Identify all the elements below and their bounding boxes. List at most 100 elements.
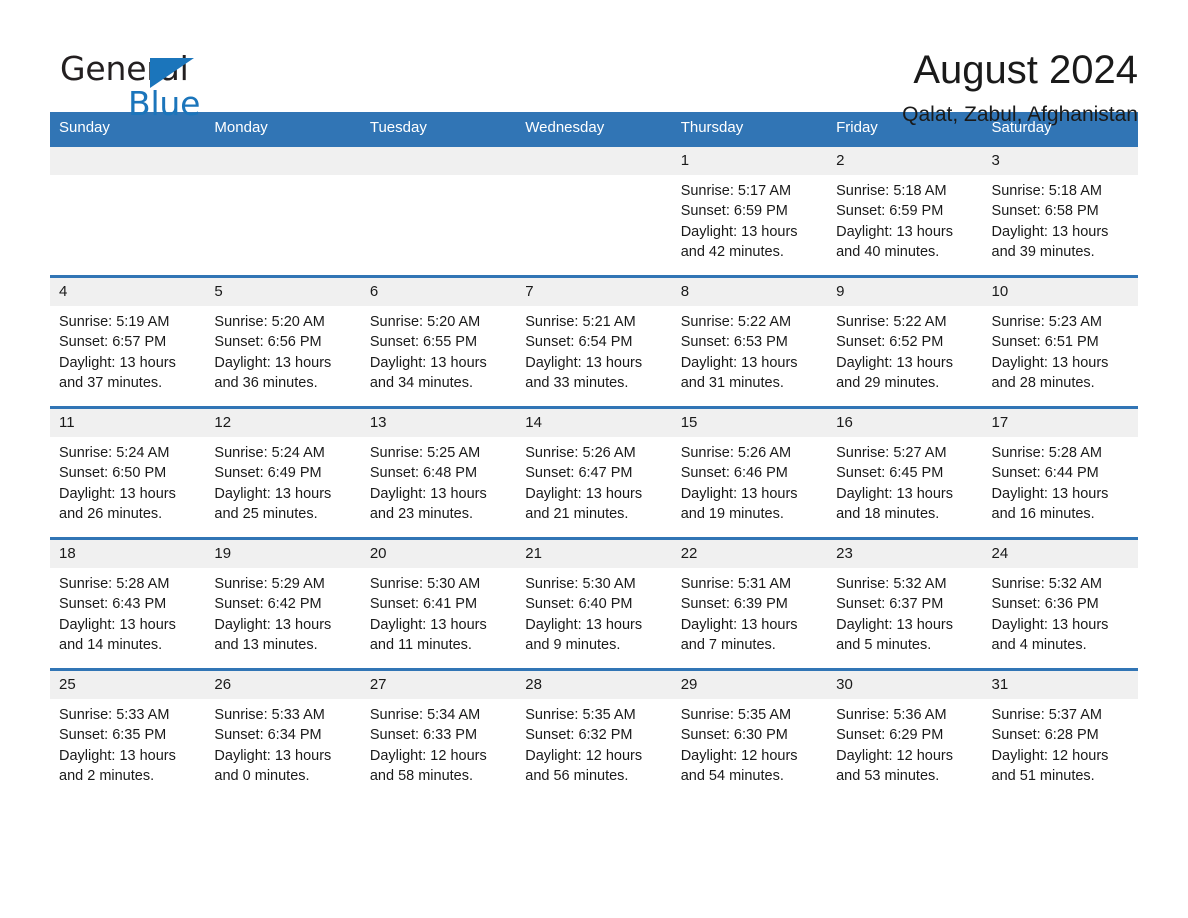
day-number: 16 <box>827 409 983 437</box>
daylight-text-line1: Daylight: 13 hours <box>525 616 643 633</box>
calendar-day-cell[interactable]: 11 Sunrise: 5:24 AM Sunset: 6:50 PM Dayligh… <box>50 406 206 539</box>
calendar-day-cell[interactable]: 13 Sunrise: 5:25 AM Sunset: 6:48 PM Dayligh… <box>360 406 517 539</box>
calendar-day-cell[interactable]: 2 Sunrise: 5:18 AM Sunset: 6:59 PM Daylight… <box>827 144 983 277</box>
calendar-day-cell[interactable]: 5 Sunrise: 5:20 AM Sunset: 6:56 PM Daylight… <box>205 275 361 408</box>
daylight-text-line1: Daylight: 13 hours <box>991 223 1109 240</box>
calendar-day-cell-empty <box>360 144 517 277</box>
calendar-day-cell[interactable]: 16 Sunrise: 5:27 AM Sunset: 6:45 PM Dayligh… <box>827 406 983 539</box>
daylight-text-line2: and 16 minutes. <box>991 505 1095 522</box>
day-number: 23 <box>827 540 983 568</box>
calendar-day-cell[interactable]: 3 Sunrise: 5:18 AM Sunset: 6:58 PM Daylight… <box>982 144 1138 277</box>
day-cell-inner: 5 Sunrise: 5:20 AM Sunset: 6:56 PM Daylight… <box>205 278 361 406</box>
calendar-day-cell[interactable]: 14 Sunrise: 5:26 AM Sunset: 6:47 PM Dayligh… <box>516 406 672 539</box>
sunrise-text: Sunrise: 5:33 AM <box>59 707 170 723</box>
day-details: Sunrise: 5:29 AM Sunset: 6:42 PM Daylight:… <box>205 568 360 655</box>
daylight-text-line1: Daylight: 12 hours <box>680 747 798 764</box>
daylight-text-line2: and 58 minutes. <box>369 767 474 784</box>
day-number: 12 <box>205 409 361 437</box>
sunrise-text: Sunrise: 5:28 AM <box>59 576 170 592</box>
sunset-text: Sunset: 6:56 PM <box>214 334 322 351</box>
day-cell-inner: 30 Sunrise: 5:36 AM Sunset: 6:29 PM Dayligh… <box>827 671 983 801</box>
sunrise-text: Sunrise: 5:24 AM <box>214 445 325 461</box>
sunrise-text: Sunrise: 5:35 AM <box>680 707 792 723</box>
day-number: 6 <box>360 278 517 306</box>
sunset-text: Sunset: 6:28 PM <box>991 727 1099 744</box>
calendar-day-cell[interactable]: 17 Sunrise: 5:28 AM Sunset: 6:44 PM Dayligh… <box>982 406 1138 539</box>
day-details: Sunrise: 5:33 AM Sunset: 6:34 PM Daylight:… <box>205 699 360 786</box>
day-cell-inner: 21 Sunrise: 5:30 AM Sunset: 6:40 PM Dayligh… <box>516 540 672 668</box>
day-cell-inner: 7 Sunrise: 5:21 AM Sunset: 6:54 PM Daylight… <box>516 278 672 406</box>
day-cell-inner: 29 Sunrise: 5:35 AM Sunset: 6:30 PM Dayligh… <box>671 671 828 801</box>
daylight-text-line2: and 39 minutes. <box>991 243 1095 260</box>
calendar-day-cell[interactable]: 25 Sunrise: 5:33 AM Sunset: 6:35 PM Dayligh… <box>50 668 206 801</box>
day-number: 19 <box>205 540 361 568</box>
daylight-text-line1: Daylight: 12 hours <box>525 747 643 764</box>
day-cell-inner: 3 Sunrise: 5:18 AM Sunset: 6:58 PM Daylight… <box>982 147 1138 275</box>
daylight-text-line1: Daylight: 13 hours <box>680 354 798 371</box>
calendar-day-cell[interactable]: 29 Sunrise: 5:35 AM Sunset: 6:30 PM Dayligh… <box>671 668 828 801</box>
daylight-text-line2: and 4 minutes. <box>991 636 1087 653</box>
day-details: Sunrise: 5:35 AM Sunset: 6:32 PM Daylight:… <box>516 699 671 786</box>
calendar-day-cell[interactable]: 24 Sunrise: 5:32 AM Sunset: 6:36 PM Dayligh… <box>982 537 1138 670</box>
sunset-text: Sunset: 6:36 PM <box>991 596 1099 613</box>
calendar-day-cell[interactable]: 9 Sunrise: 5:22 AM Sunset: 6:52 PM Daylight… <box>827 275 983 408</box>
calendar-day-cell[interactable]: 12 Sunrise: 5:24 AM Sunset: 6:49 PM Dayligh… <box>205 406 361 539</box>
calendar-day-cell[interactable]: 1 Sunrise: 5:17 AM Sunset: 6:59 PM Daylight… <box>671 144 828 277</box>
daylight-text-line1: Daylight: 13 hours <box>59 616 176 633</box>
calendar-day-cell[interactable]: 28 Sunrise: 5:35 AM Sunset: 6:32 PM Dayligh… <box>516 668 672 801</box>
sunrise-text: Sunrise: 5:31 AM <box>680 576 792 592</box>
sunrise-text: Sunrise: 5:20 AM <box>369 314 481 330</box>
calendar-week-row: 4 Sunrise: 5:19 AM Sunset: 6:57 PM Daylight… <box>50 275 1138 408</box>
day-cell-inner: 18 Sunrise: 5:28 AM Sunset: 6:43 PM Dayligh… <box>50 540 206 668</box>
calendar-day-cell[interactable]: 15 Sunrise: 5:26 AM Sunset: 6:46 PM Dayligh… <box>671 406 828 539</box>
daylight-text-line1: Daylight: 13 hours <box>214 354 332 371</box>
calendar-day-cell[interactable]: 23 Sunrise: 5:32 AM Sunset: 6:37 PM Dayligh… <box>827 537 983 670</box>
day-cell-inner: 13 Sunrise: 5:25 AM Sunset: 6:48 PM Dayligh… <box>360 409 517 537</box>
day-cell-inner: 27 Sunrise: 5:34 AM Sunset: 6:33 PM Dayligh… <box>360 671 517 801</box>
day-details: Sunrise: 5:24 AM Sunset: 6:50 PM Daylight:… <box>50 437 205 524</box>
calendar-day-cell[interactable]: 26 Sunrise: 5:33 AM Sunset: 6:34 PM Dayligh… <box>205 668 361 801</box>
daylight-text-line1: Daylight: 13 hours <box>991 354 1109 371</box>
sunset-text: Sunset: 6:29 PM <box>836 727 944 744</box>
calendar-week-row: 1 Sunrise: 5:17 AM Sunset: 6:59 PM Daylight… <box>50 144 1138 277</box>
day-cell-inner: 2 Sunrise: 5:18 AM Sunset: 6:59 PM Daylight… <box>827 147 983 275</box>
daylight-text-line2: and 56 minutes. <box>525 767 629 784</box>
calendar-day-cell[interactable]: 21 Sunrise: 5:30 AM Sunset: 6:40 PM Dayligh… <box>516 537 672 670</box>
sunset-text: Sunset: 6:52 PM <box>836 334 944 351</box>
calendar-day-cell[interactable]: 27 Sunrise: 5:34 AM Sunset: 6:33 PM Dayligh… <box>360 668 517 801</box>
daylight-text-line2: and 21 minutes. <box>525 505 629 522</box>
daylight-text-line1: Daylight: 12 hours <box>836 747 953 764</box>
sunset-text: Sunset: 6:48 PM <box>369 465 478 482</box>
calendar-day-cell[interactable]: 8 Sunrise: 5:22 AM Sunset: 6:53 PM Daylight… <box>671 275 828 408</box>
day-cell-inner: 22 Sunrise: 5:31 AM Sunset: 6:39 PM Dayligh… <box>671 540 828 668</box>
title-block: August 2024 Qalat, Zabul, Afghanistan <box>902 46 1138 130</box>
daylight-text-line2: and 34 minutes. <box>369 374 474 391</box>
general-blue-logo[interactable]: General Blue <box>50 46 230 126</box>
day-cell-inner: 4 Sunrise: 5:19 AM Sunset: 6:57 PM Daylight… <box>50 278 206 406</box>
sunrise-text: Sunrise: 5:30 AM <box>369 576 481 592</box>
sunrise-text: Sunrise: 5:36 AM <box>836 707 947 723</box>
page-header: General Blue August 2024 Qalat, Zabul, A… <box>50 0 1138 126</box>
calendar-day-cell[interactable]: 22 Sunrise: 5:31 AM Sunset: 6:39 PM Dayligh… <box>671 537 828 670</box>
calendar-day-cell[interactable]: 19 Sunrise: 5:29 AM Sunset: 6:42 PM Dayligh… <box>205 537 361 670</box>
calendar-day-cell[interactable]: 4 Sunrise: 5:19 AM Sunset: 6:57 PM Daylight… <box>50 275 206 408</box>
day-details: Sunrise: 5:18 AM Sunset: 6:58 PM Daylight:… <box>983 175 1138 262</box>
day-number: 17 <box>982 409 1138 437</box>
daylight-text-line2: and 2 minutes. <box>59 767 155 784</box>
calendar-day-cell[interactable]: 7 Sunrise: 5:21 AM Sunset: 6:54 PM Daylight… <box>516 275 672 408</box>
daylight-text-line1: Daylight: 13 hours <box>836 354 953 371</box>
calendar-day-cell[interactable]: 20 Sunrise: 5:30 AM Sunset: 6:41 PM Dayligh… <box>360 537 517 670</box>
calendar-day-cell-empty <box>205 144 361 277</box>
calendar-day-cell[interactable]: 6 Sunrise: 5:20 AM Sunset: 6:55 PM Daylight… <box>360 275 517 408</box>
sunset-text: Sunset: 6:41 PM <box>369 596 478 613</box>
daylight-text-line2: and 37 minutes. <box>59 374 163 391</box>
daylight-text-line1: Daylight: 13 hours <box>680 616 798 633</box>
calendar-day-cell[interactable]: 18 Sunrise: 5:28 AM Sunset: 6:43 PM Dayligh… <box>50 537 206 670</box>
day-number <box>50 147 206 175</box>
calendar-day-cell[interactable]: 31 Sunrise: 5:37 AM Sunset: 6:28 PM Dayligh… <box>982 668 1138 801</box>
calendar-day-cell[interactable]: 30 Sunrise: 5:36 AM Sunset: 6:29 PM Dayligh… <box>827 668 983 801</box>
day-number <box>360 147 517 175</box>
day-details: Sunrise: 5:22 AM Sunset: 6:53 PM Daylight:… <box>672 306 827 393</box>
day-number: 22 <box>671 540 828 568</box>
calendar-day-cell[interactable]: 10 Sunrise: 5:23 AM Sunset: 6:51 PM Dayligh… <box>982 275 1138 408</box>
